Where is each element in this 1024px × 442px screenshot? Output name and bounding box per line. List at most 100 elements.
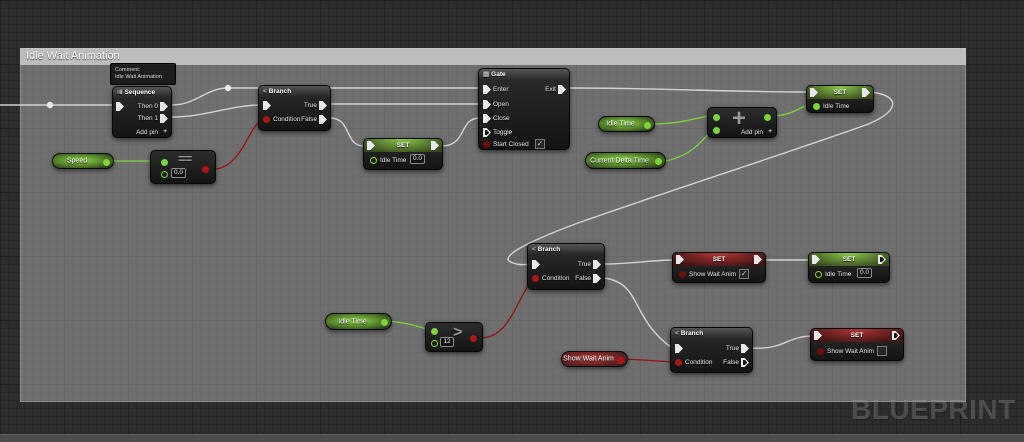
- node-equals[interactable]: == 0.0: [150, 150, 216, 184]
- condition-pin[interactable]: [532, 275, 539, 282]
- idle-time-output-pin[interactable]: [644, 121, 651, 129]
- comment-bubble-text: Idle Wait Animation: [115, 74, 162, 80]
- show-wait-anim-checkbox[interactable]: [877, 346, 887, 356]
- node-sequence[interactable]: ⇉ Sequence Then 0 Then 1 Add pin +: [112, 86, 172, 138]
- idle-time-label: Idle Time: [606, 120, 635, 128]
- exit-pin[interactable]: [558, 85, 566, 94]
- open-pin[interactable]: [483, 100, 491, 109]
- true-label: True: [577, 261, 591, 268]
- true-label: True: [725, 345, 739, 352]
- equals-literal-pin[interactable]: [161, 171, 168, 178]
- toggle-pin[interactable]: [483, 128, 491, 137]
- var-pill-idle-time-top[interactable]: Idle Time: [598, 116, 655, 132]
- false-pin[interactable]: [319, 115, 327, 124]
- branch-header: < Branch: [671, 328, 752, 339]
- node-set-showwait-true[interactable]: SET Show Wait Anim ✓: [672, 252, 766, 283]
- idle-time-output-pin[interactable]: [381, 319, 388, 326]
- idle-time-pin[interactable]: [813, 103, 820, 110]
- var-pill-current-delta-time[interactable]: Current Delta Time: [585, 152, 666, 169]
- show-wait-anim-label: Show Wait Anim: [827, 348, 875, 355]
- add-output-pin[interactable]: [764, 114, 771, 121]
- show-wait-anim-checkbox[interactable]: ✓: [739, 269, 749, 279]
- close-pin[interactable]: [483, 114, 491, 123]
- node-add[interactable]: + Add pin +: [707, 105, 777, 138]
- show-wait-anim-pin[interactable]: [679, 271, 686, 278]
- true-label: True: [303, 102, 317, 109]
- current-delta-time-label: Current Delta Time: [590, 157, 649, 164]
- then1-pin[interactable]: [160, 114, 168, 123]
- node-branch-mid[interactable]: < Branch Condition True False: [527, 243, 605, 290]
- greater-input-pin[interactable]: [431, 328, 438, 335]
- speed-label: Speed: [66, 157, 88, 165]
- greater-glyph-icon: >: [453, 324, 463, 341]
- exec-in-pin[interactable]: [116, 102, 124, 111]
- idle-time-pin[interactable]: [370, 157, 377, 164]
- start-closed-label: Start Closed: [493, 141, 529, 148]
- false-pin[interactable]: [741, 358, 749, 367]
- true-pin[interactable]: [593, 260, 601, 269]
- condition-pin[interactable]: [675, 359, 682, 366]
- wire-bool-equals-branch: [207, 118, 263, 170]
- var-pill-idle-time-bottom[interactable]: Idle Time: [325, 313, 392, 330]
- node-gate[interactable]: ▤ Gate Enter Exit Open Close Toggle Start…: [478, 68, 570, 150]
- node-branch-top[interactable]: < Branch Condition True False: [258, 85, 331, 131]
- condition-label: Condition: [685, 359, 713, 366]
- branch-icon: <: [532, 246, 536, 253]
- show-wait-anim-pin[interactable]: [817, 348, 824, 355]
- true-pin[interactable]: [741, 344, 749, 353]
- condition-label: Condition: [542, 275, 570, 282]
- exec-in-pin[interactable]: [263, 101, 271, 110]
- false-pin[interactable]: [593, 274, 601, 283]
- blueprint-editor: Idle Wait Animation BLUEPRINT Comment: I…: [0, 0, 1024, 442]
- equals-value[interactable]: 0.0: [171, 168, 187, 178]
- wire-exec-branchfalse-set: [329, 117, 365, 147]
- idle-time-value[interactable]: 0.0: [410, 154, 426, 164]
- wire-float-idletime-add: [649, 115, 711, 125]
- equals-output-pin[interactable]: [202, 166, 209, 173]
- show-wait-anim-output-pin[interactable]: [617, 356, 624, 364]
- condition-pin[interactable]: [263, 116, 270, 123]
- idle-time-label: Idle Time: [380, 157, 407, 164]
- equals-glyph-icon: ==: [178, 151, 192, 166]
- greater-literal-pin[interactable]: [431, 340, 438, 347]
- wire-exec-branchmidtrue-set: [603, 259, 675, 265]
- reroute-node[interactable]: [224, 84, 232, 92]
- node-set-showwait-false[interactable]: SET Show Wait Anim: [810, 328, 904, 361]
- node-set-idle-right[interactable]: SET Idle Time 0.0: [808, 252, 890, 283]
- node-set-idle-topright[interactable]: SET Idle Time: [806, 85, 874, 113]
- condition-label: Condition: [273, 116, 301, 123]
- node-set-idle-mid[interactable]: SET Idle Time 0.0: [363, 138, 443, 170]
- start-closed-pin[interactable]: [483, 141, 490, 148]
- var-pill-show-wait-anim[interactable]: Show Wait Anim: [561, 351, 628, 367]
- start-closed-checkbox[interactable]: ✓: [535, 139, 545, 149]
- greater-output-pin[interactable]: [470, 335, 477, 342]
- wire-exec-then1-branch: [171, 104, 261, 118]
- current-delta-time-output-pin[interactable]: [655, 158, 662, 165]
- node-greater[interactable]: > 12: [425, 322, 483, 352]
- add-input-a-pin[interactable]: [713, 114, 720, 121]
- branch-icon: <: [675, 330, 679, 337]
- var-pill-speed[interactable]: Speed: [52, 153, 114, 169]
- node-branch-bottom[interactable]: < Branch Condition True False: [670, 327, 753, 373]
- reroute-node[interactable]: [46, 101, 54, 109]
- speed-output-pin[interactable]: [103, 158, 110, 166]
- enter-pin[interactable]: [483, 85, 491, 94]
- equals-input-pin[interactable]: [161, 159, 168, 166]
- then0-pin[interactable]: [160, 102, 168, 111]
- add-pin-plus-icon[interactable]: +: [768, 127, 772, 136]
- set-header: SET: [809, 253, 889, 266]
- exec-in-pin[interactable]: [532, 260, 540, 269]
- idle-time-pin[interactable]: [815, 271, 822, 278]
- idle-time-value[interactable]: 0.0: [857, 268, 873, 278]
- false-label: False: [575, 275, 591, 282]
- add-pin-plus-icon[interactable]: +: [163, 127, 167, 136]
- wire-exec-gateexit-set: [568, 87, 809, 93]
- add-input-b-pin[interactable]: [713, 127, 720, 134]
- exec-in-pin[interactable]: [675, 344, 683, 353]
- greater-value[interactable]: 12: [440, 337, 454, 347]
- idle-time-label: Idle Time: [825, 271, 852, 278]
- true-pin[interactable]: [319, 101, 327, 110]
- branch-header: < Branch: [528, 244, 604, 255]
- add-pin-label: Add pin: [740, 129, 763, 136]
- node-comment-bubble[interactable]: Comment: Idle Wait Animation: [110, 63, 176, 85]
